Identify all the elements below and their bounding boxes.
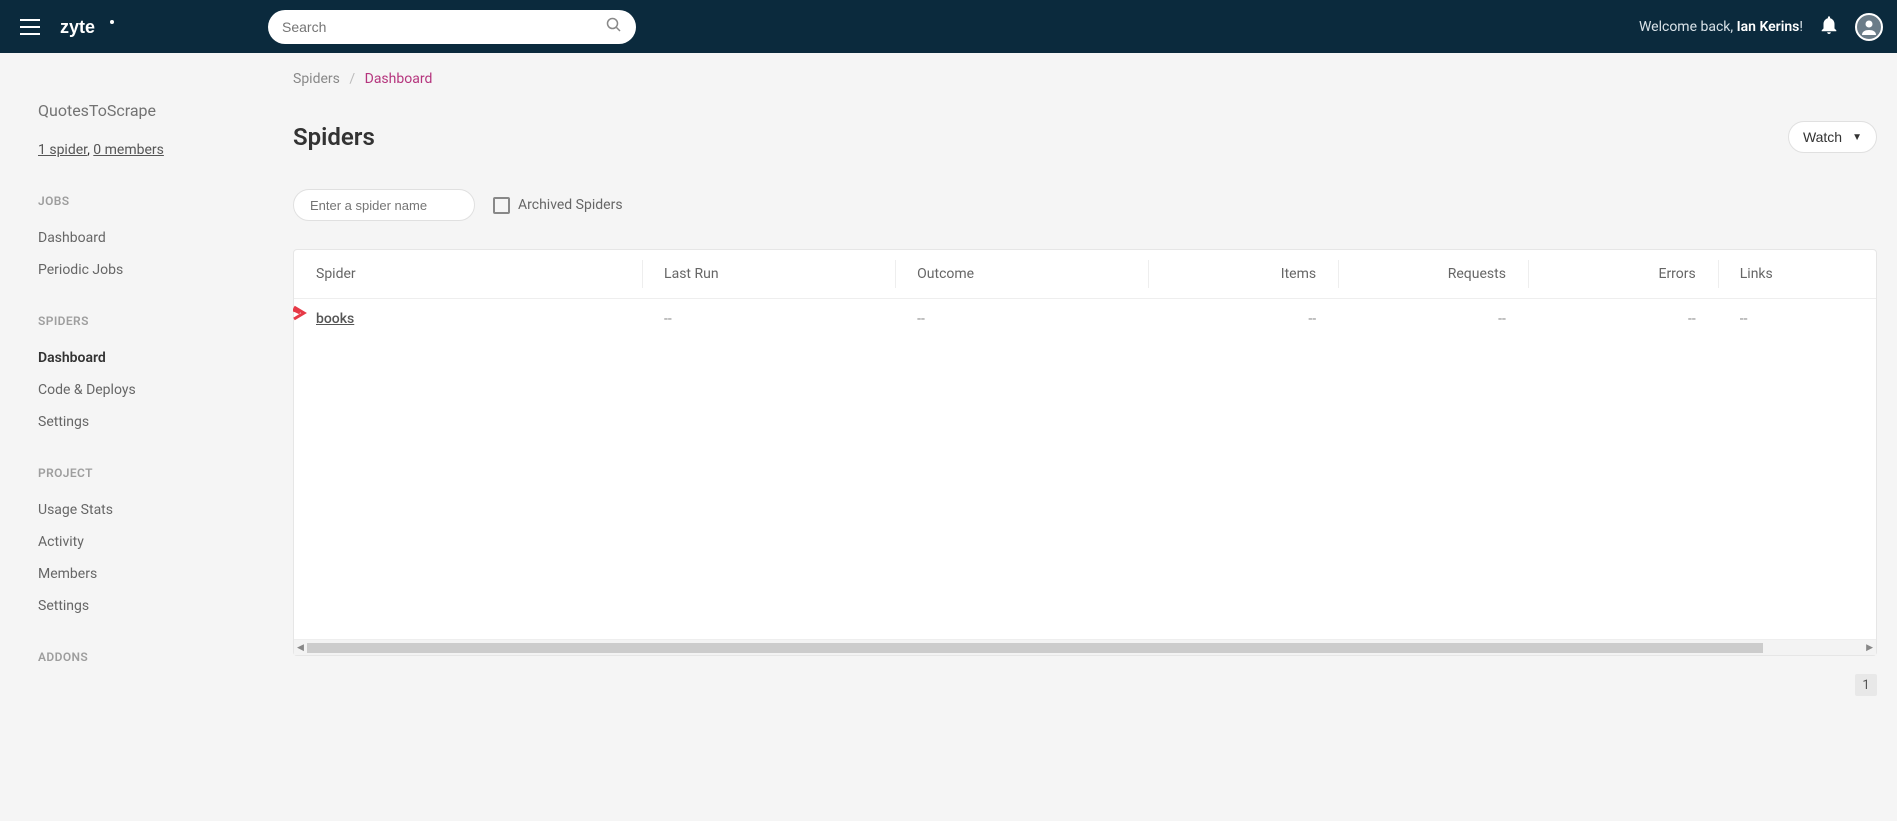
breadcrumb-spiders[interactable]: Spiders: [293, 71, 340, 87]
breadcrumb: Spiders / Dashboard: [293, 71, 1897, 87]
search-icon: [606, 17, 622, 37]
archived-label: Archived Spiders: [518, 197, 623, 213]
caret-down-icon: ▼: [1852, 132, 1862, 143]
breadcrumb-dashboard[interactable]: Dashboard: [365, 71, 433, 87]
scroll-right-icon[interactable]: ▶: [1863, 643, 1876, 653]
nav-project-activity[interactable]: Activity: [0, 526, 293, 558]
cell-errors: --: [1528, 299, 1718, 340]
col-spider[interactable]: Spider: [294, 250, 642, 299]
cell-links: --: [1718, 299, 1876, 340]
page-number[interactable]: 1: [1855, 674, 1877, 696]
sidebar: QuotesToScrape 1 spider, 0 members JOBS …: [0, 53, 293, 821]
nav-project-members[interactable]: Members: [0, 558, 293, 590]
cell-outcome: --: [895, 299, 1148, 340]
table-row: books -- -- -- -- -- --: [294, 299, 1876, 340]
search-input[interactable]: [282, 19, 606, 35]
notifications-icon[interactable]: [1821, 16, 1837, 38]
user-avatar[interactable]: [1855, 13, 1883, 41]
nav-jobs-periodic[interactable]: Periodic Jobs: [0, 254, 293, 286]
table-header-row: Spider Last Run Outcome Items Requests E…: [294, 250, 1876, 299]
nav-jobs-dashboard[interactable]: Dashboard: [0, 222, 293, 254]
col-links[interactable]: Links: [1718, 250, 1876, 299]
spider-name-filter[interactable]: [293, 189, 475, 221]
col-outcome[interactable]: Outcome: [895, 250, 1148, 299]
svg-text:zyte: zyte: [60, 17, 95, 37]
col-errors[interactable]: Errors: [1528, 250, 1718, 299]
hamburger-icon: [20, 19, 40, 35]
nav-project-settings[interactable]: Settings: [0, 590, 293, 622]
nav-section-spiders: SPIDERS: [0, 314, 293, 328]
spider-link[interactable]: books: [316, 311, 354, 327]
nav-project-usage[interactable]: Usage Stats: [0, 494, 293, 526]
watch-button[interactable]: Watch ▼: [1788, 121, 1877, 153]
nav-spiders-dashboard[interactable]: Dashboard: [0, 342, 293, 374]
col-last-run[interactable]: Last Run: [642, 250, 895, 299]
top-header: zyte Welcome back, Ian Kerins!: [0, 0, 1897, 53]
menu-button[interactable]: [14, 13, 46, 41]
search-box[interactable]: [268, 10, 636, 44]
archived-checkbox[interactable]: [493, 197, 510, 214]
project-meta: 1 spider, 0 members: [0, 142, 293, 158]
member-count-link[interactable]: 0 members: [93, 142, 164, 158]
cell-last-run: --: [642, 299, 895, 340]
horizontal-scrollbar[interactable]: ◀ ▶: [294, 639, 1876, 655]
page-title: Spiders: [293, 123, 375, 151]
scroll-left-icon[interactable]: ◀: [294, 643, 307, 653]
cell-requests: --: [1338, 299, 1528, 340]
nav-spiders-settings[interactable]: Settings: [0, 406, 293, 438]
cell-items: --: [1148, 299, 1338, 340]
project-name: QuotesToScrape: [0, 101, 293, 120]
col-items[interactable]: Items: [1148, 250, 1338, 299]
archived-checkbox-wrap[interactable]: Archived Spiders: [493, 197, 623, 214]
pagination: 1: [293, 656, 1897, 696]
spiders-table: Spider Last Run Outcome Items Requests E…: [293, 249, 1877, 656]
welcome-text: Welcome back, Ian Kerins!: [1639, 19, 1803, 35]
nav-spiders-code[interactable]: Code & Deploys: [0, 374, 293, 406]
main-content: Spiders / Dashboard Spiders Watch ▼ Arch…: [293, 53, 1897, 821]
scroll-track[interactable]: [307, 643, 1763, 653]
breadcrumb-separator: /: [349, 71, 355, 87]
col-requests[interactable]: Requests: [1338, 250, 1528, 299]
watch-label: Watch: [1803, 129, 1842, 145]
spider-count-link[interactable]: 1 spider: [38, 142, 87, 158]
nav-section-project: PROJECT: [0, 466, 293, 480]
nav-section-addons: ADDONS: [0, 650, 293, 664]
nav-section-jobs: JOBS: [0, 194, 293, 208]
zyte-logo[interactable]: zyte: [60, 16, 120, 38]
